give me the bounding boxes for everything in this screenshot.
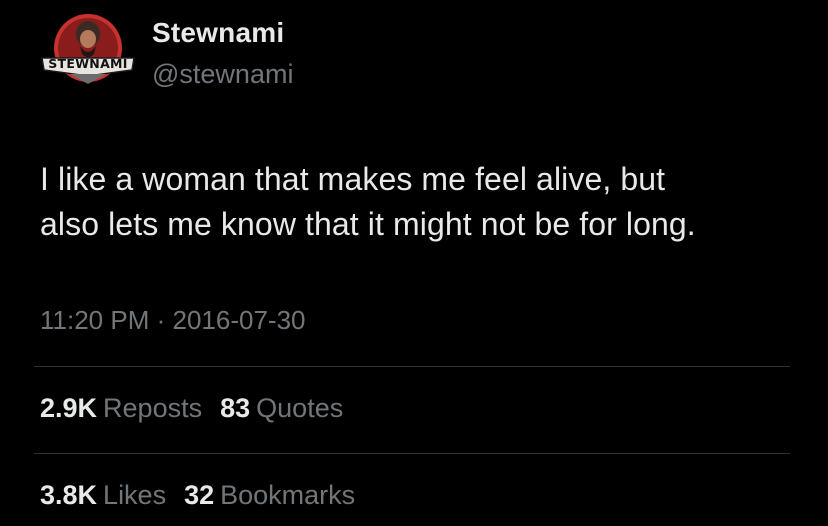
stats-row-likes-bookmarks: 3.8K Likes 32 Bookmarks xyxy=(40,480,373,511)
bookmarks-stat[interactable]: 32 Bookmarks xyxy=(184,480,373,510)
tweet-header: STEWNAMI Stewnami @stewnami xyxy=(40,12,293,92)
likes-label: Likes xyxy=(103,480,167,510)
likes-count: 3.8K xyxy=(40,480,98,510)
tweet-text-line: also lets me know that it might not be f… xyxy=(40,206,696,242)
tweet-text: I like a woman that makes me feel alive,… xyxy=(40,157,800,247)
stats-row-reposts-quotes: 2.9K Reposts 83 Quotes xyxy=(40,393,361,424)
bookmarks-count: 32 xyxy=(184,480,215,510)
tweet-timestamp[interactable]: 11:20 PM · 2016-07-30 xyxy=(40,305,306,336)
divider xyxy=(34,453,790,454)
avatar[interactable]: STEWNAMI xyxy=(40,12,136,92)
author-display-name[interactable]: Stewnami xyxy=(152,17,284,49)
tweet-date: 2016-07-30 xyxy=(172,305,306,335)
reposts-count: 2.9K xyxy=(40,393,98,423)
tweet-text-line: I like a woman that makes me feel alive,… xyxy=(40,161,666,197)
avatar-logo-icon: STEWNAMI xyxy=(41,14,135,84)
svg-text:STEWNAMI: STEWNAMI xyxy=(48,56,127,71)
quotes-count: 83 xyxy=(220,393,251,423)
quotes-label: Quotes xyxy=(256,393,344,423)
divider xyxy=(34,366,790,367)
tweet-time: 11:20 PM xyxy=(40,305,150,335)
quotes-stat[interactable]: 83 Quotes xyxy=(220,393,361,423)
bookmarks-label: Bookmarks xyxy=(220,480,356,510)
author-handle[interactable]: @stewnami xyxy=(152,59,293,90)
tweet-card: STEWNAMI Stewnami @stewnami I like a wom… xyxy=(0,0,828,526)
reposts-stat[interactable]: 2.9K Reposts xyxy=(40,393,220,423)
likes-stat[interactable]: 3.8K Likes xyxy=(40,480,184,510)
reposts-label: Reposts xyxy=(103,393,203,423)
meta-separator: · xyxy=(156,305,166,335)
